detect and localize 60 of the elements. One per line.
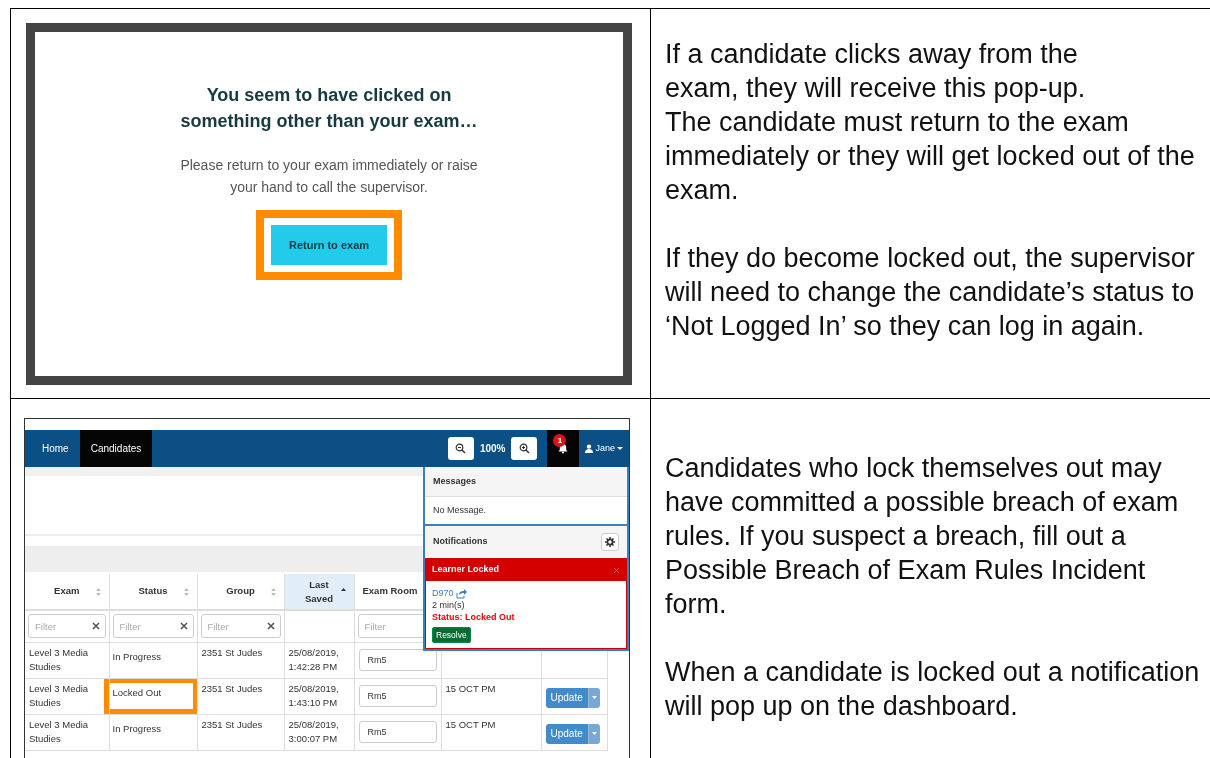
room-field[interactable]: Rm5 [358, 720, 437, 743]
table-cell: 25/08/2019, 3:00:07 PM [284, 714, 354, 750]
resolve-button[interactable]: Resolve [432, 627, 471, 643]
zoom-in-button[interactable] [511, 437, 538, 460]
sort-icon [183, 587, 189, 596]
sort-icon [270, 587, 276, 596]
notification-title: Learner Locked [432, 563, 500, 577]
zoom-out-icon [455, 443, 467, 454]
popup-heading: You seem to have clicked on something other than your exam… [179, 84, 479, 133]
zoom-out-button[interactable] [447, 437, 474, 460]
nav-link[interactable]: Home [31, 430, 80, 467]
status-cell: Locked Out [103, 677, 198, 714]
room-field[interactable]: Rm5 [358, 684, 437, 707]
sort-icon [340, 587, 346, 591]
status-cell-text: In Progress [111, 721, 163, 736]
table-cell: 15 OCT PM [441, 714, 541, 750]
sort-icon [95, 587, 101, 596]
table-cell: Level 3 Media Studies [25, 714, 109, 750]
caret-icon [617, 447, 623, 450]
table-cell: 25/08/2019, 1:42:28 PM [284, 642, 354, 678]
share-icon [456, 588, 468, 599]
table-cell: 25/08/2019, 1:43:10 PM [284, 678, 354, 714]
return-button[interactable]: Return to exam [271, 225, 387, 265]
section-title: Notifications [433, 534, 488, 548]
close-icon [613, 566, 620, 574]
update-button[interactable]: Update [545, 723, 588, 744]
table-cell: Level 3 Media Studies [25, 642, 109, 678]
filter-field[interactable]: Filter [112, 614, 194, 639]
column-header[interactable]: Exam [25, 574, 109, 610]
user-icon [585, 444, 594, 453]
filter-field[interactable]: Filter [200, 614, 281, 639]
popup-message: Please return to your exam immediately or raise your hand to call the supervisor. [179, 156, 479, 197]
settings-icon [605, 536, 615, 547]
zoom-in-icon [518, 443, 530, 454]
user-menu[interactable]: Jane [585, 441, 623, 456]
update-button[interactable]: Update [545, 687, 588, 708]
room-field[interactable]: Rm5 [358, 648, 437, 671]
nav-link[interactable]: Candidates [79, 430, 153, 467]
table-cell: 2351 St Judes [197, 714, 284, 750]
caret-icon [591, 696, 597, 699]
caret-icon [591, 732, 597, 735]
body-text: If a candidate clicks away from the exam, they will receive this pop-up. [665, 38, 1087, 105]
notifications-button[interactable]: 1 [547, 430, 580, 467]
column-header[interactable]: Last Saved [284, 574, 354, 610]
notification-count: 1 [553, 434, 567, 447]
table-cell: Level 3 Media Studies [25, 678, 109, 714]
body-text: Candidates who lock themselves out may have committed a possible breach of exam rules. If you suspect a breach, fill out a Possible Breach of Exam Rules Incident form. [665, 452, 1180, 621]
status-cell-text: In Progress [111, 649, 163, 664]
section-title: Messages [433, 474, 477, 488]
table-cell: 15 OCT PM [441, 678, 541, 714]
body-text: If they do become locked out, the supervisor will need to change the candidate’s status to ‘Not Logged In’ so they can log in again. [665, 242, 1196, 343]
column-header[interactable]: Status [109, 574, 197, 610]
body-text: The candidate must return to the exam immediately or they will get locked out of the exam. [665, 106, 1196, 207]
body-text: When a candidate is locked out a notification will pop up on the dashboard. [665, 656, 1201, 723]
table-cell: 2351 St Judes [197, 642, 284, 678]
zoom-level: 100% [479, 442, 506, 456]
empty-message: No Message. [433, 503, 487, 517]
settings-button[interactable] [601, 532, 619, 551]
table-cell: 2351 St Judes [197, 678, 284, 714]
filter-field[interactable]: Filter [28, 614, 106, 639]
